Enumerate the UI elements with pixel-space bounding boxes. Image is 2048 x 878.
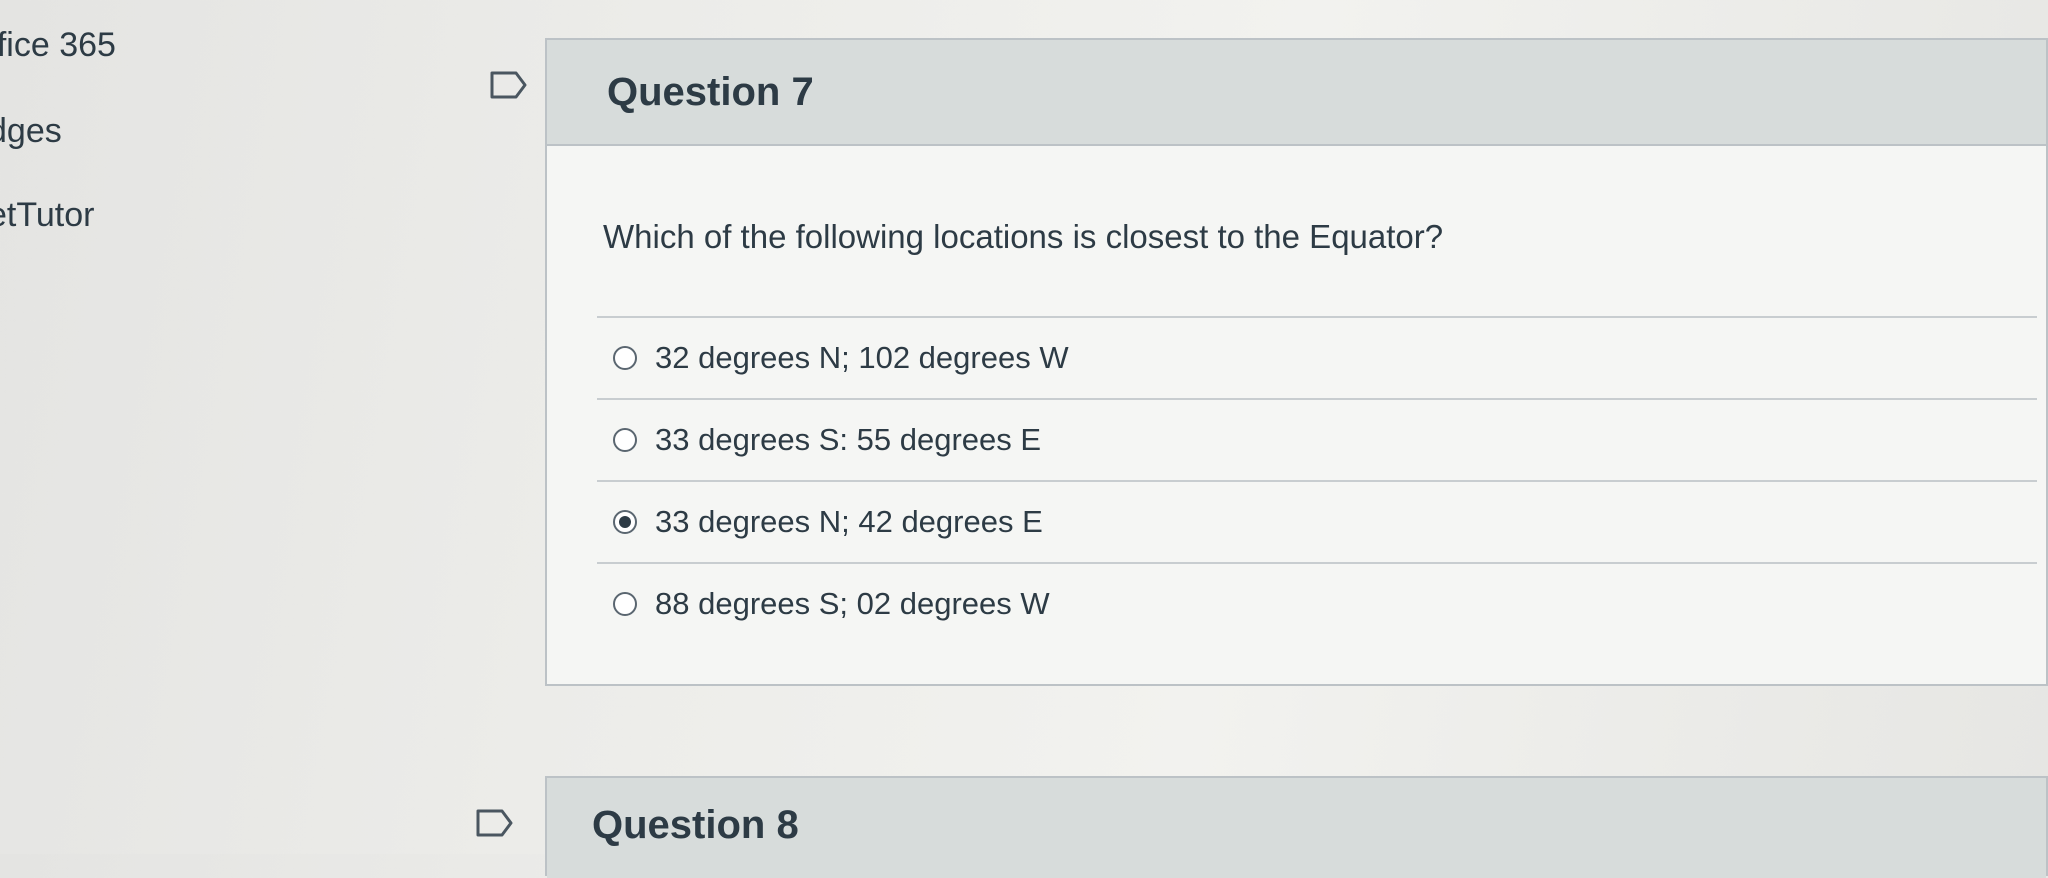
flag-question-icon[interactable]: [490, 70, 528, 100]
answer-label: 88 degrees S; 02 degrees W: [655, 586, 1050, 621]
question-header: Question 7: [547, 40, 2046, 146]
question-title: Question 8: [592, 803, 799, 847]
flag-question-icon[interactable]: [476, 808, 514, 838]
question-8-card: Question 8: [545, 776, 2048, 878]
answer-label: 33 degrees N; 42 degrees E: [655, 504, 1043, 539]
radio-button-icon[interactable]: [613, 346, 637, 370]
question-title: Question 7: [607, 70, 814, 114]
answer-option-2[interactable]: 33 degrees S: 55 degrees E: [597, 398, 2037, 480]
radio-button-icon[interactable]: [613, 592, 637, 616]
question-header: Question 8: [547, 778, 2046, 878]
radio-button-icon[interactable]: [613, 428, 637, 452]
sidebar-item-badges[interactable]: dges: [0, 112, 62, 151]
sidebar-item-nettutor[interactable]: etTutor: [0, 196, 94, 235]
answer-option-3[interactable]: 33 degrees N; 42 degrees E: [597, 480, 2037, 562]
course-nav-sidebar: ffice 365 dges etTutor: [0, 0, 300, 854]
answer-label: 33 degrees S: 55 degrees E: [655, 422, 1042, 457]
question-7-card: Question 7 Which of the following locati…: [545, 38, 2048, 686]
question-text: Which of the following locations is clos…: [603, 218, 1444, 255]
answer-list: 32 degrees N; 102 degrees W 33 degrees S…: [597, 316, 2037, 644]
answer-option-1[interactable]: 32 degrees N; 102 degrees W: [597, 316, 2037, 398]
answer-label: 32 degrees N; 102 degrees W: [655, 340, 1069, 375]
sidebar-item-office-365[interactable]: ffice 365: [0, 26, 116, 65]
radio-button-selected-icon[interactable]: [613, 510, 637, 534]
answer-option-4[interactable]: 88 degrees S; 02 degrees W: [597, 562, 2037, 644]
